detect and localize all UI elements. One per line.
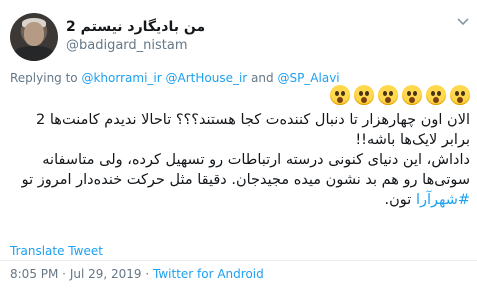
- astonished-face-icon: [450, 85, 470, 105]
- avatar-shoulders: [12, 46, 56, 61]
- display-name[interactable]: من بادیگارد نیستم 2: [66, 18, 206, 36]
- tweet-line-1: الان اون چهارهزار تا دنبال کنندەت کجا هس…: [36, 112, 470, 148]
- astonished-face-icon: [378, 85, 398, 105]
- reply-user-link[interactable]: @SP_Alavi: [277, 71, 339, 85]
- reply-user-link[interactable]: @khorrami_ir: [81, 71, 161, 85]
- meta-separator: ·: [141, 267, 153, 281]
- tweet-date[interactable]: Jul 29, 2019: [70, 267, 142, 281]
- astonished-face-icon: [354, 85, 374, 105]
- translate-tweet-link[interactable]: Translate Tweet: [10, 243, 103, 259]
- emoji-row: [325, 85, 470, 107]
- tweet-line-2-text: داداش، این دنیای کنونی درسته ارتباطات رو…: [21, 152, 470, 188]
- replying-to-prefix: Replying to: [10, 71, 82, 85]
- astonished-face-icon: [330, 85, 350, 105]
- meta-separator: ·: [58, 267, 70, 281]
- tweet-time[interactable]: 8:05 PM: [10, 267, 58, 281]
- tweet-line-2: داداش، این دنیای کنونی درسته ارتباطات رو…: [8, 150, 470, 210]
- chevron-down-icon[interactable]: [456, 17, 470, 27]
- hashtag-link[interactable]: #شهرآرا: [416, 192, 470, 208]
- astonished-face-icon: [426, 85, 446, 105]
- tweet-meta: 8:05 PM · Jul 29, 2019 · Twitter for And…: [10, 266, 264, 282]
- reply-user-link[interactable]: @ArtHouse_ir: [166, 71, 248, 85]
- reply-and: and: [247, 71, 278, 85]
- tweet-line-2-end: تون.: [384, 192, 416, 208]
- tweet-text: الان اون چهارهزار تا دنبال کنندەت کجا هس…: [8, 110, 470, 210]
- astonished-face-icon: [402, 85, 422, 105]
- avatar[interactable]: [10, 13, 58, 61]
- handle[interactable]: @badigard_nistam: [66, 38, 188, 54]
- avatar-face: [24, 22, 44, 46]
- tweet-source-link[interactable]: Twitter for Android: [153, 267, 264, 281]
- divider: [0, 260, 477, 261]
- replying-to: Replying to @khorrami_ir @ArtHouse_ir an…: [10, 70, 340, 86]
